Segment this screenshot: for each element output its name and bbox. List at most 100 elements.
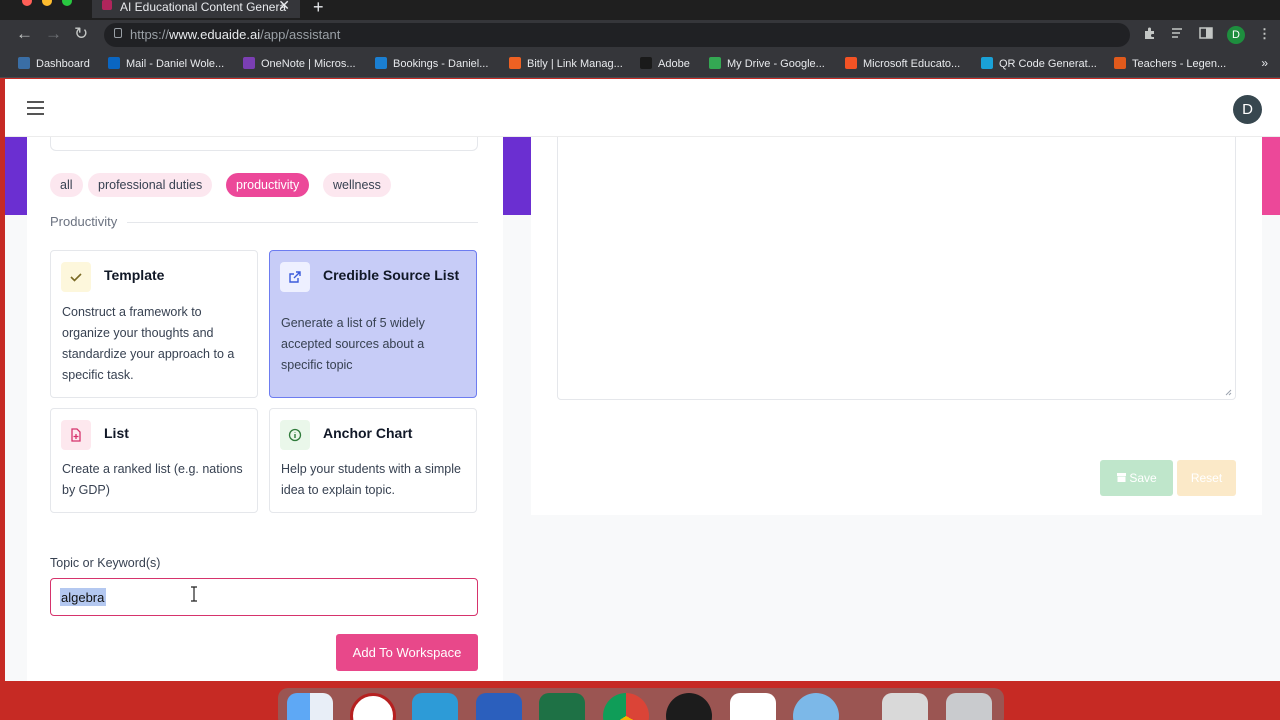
bookmark-label: Dashboard bbox=[36, 58, 90, 70]
window-zoom-dot[interactable] bbox=[62, 0, 72, 6]
more-bookmarks-icon[interactable]: » bbox=[1261, 56, 1268, 70]
app-header: D bbox=[5, 79, 1280, 137]
card-description: Help your students with a simple idea to… bbox=[281, 462, 461, 497]
tab-title: AI Educational Content Genera bbox=[120, 0, 287, 14]
bookmark-item[interactable]: QR Code Generat... bbox=[981, 57, 1097, 70]
check-icon bbox=[61, 262, 91, 292]
bookmark-favicon-icon bbox=[981, 57, 993, 69]
browser-tab-bar: AI Educational Content Genera ✕ + bbox=[0, 0, 1280, 20]
browser-tab-active[interactable]: AI Educational Content Genera ✕ bbox=[92, 0, 300, 18]
decorative-band-left bbox=[5, 137, 27, 215]
bookmark-label: Bookings - Daniel... bbox=[393, 58, 489, 70]
hamburger-menu-icon[interactable] bbox=[27, 101, 44, 115]
bookmark-favicon-icon bbox=[375, 57, 387, 69]
bookmark-label: Mail - Daniel Wole... bbox=[126, 58, 225, 70]
excel-icon[interactable] bbox=[539, 693, 585, 720]
save-label: Save bbox=[1129, 471, 1157, 485]
bookmark-label: Teachers - Legen... bbox=[1132, 58, 1227, 70]
app-viewport: D all professional duties productivity well… bbox=[5, 79, 1280, 681]
topic-label: Topic or Keyword(s) bbox=[50, 556, 161, 570]
card-list[interactable]: List Create a ranked list (e.g. nations … bbox=[50, 408, 258, 513]
url-domain: www.eduaide.ai bbox=[169, 27, 261, 42]
profile-avatar-icon[interactable]: D bbox=[1227, 26, 1245, 44]
bookmarks-bar: » Dashboard Mail - Daniel Wole... OneNote … bbox=[0, 50, 1280, 78]
browser-menu-icon[interactable]: ⋮ bbox=[1258, 26, 1272, 41]
filter-chip-wellness[interactable]: wellness bbox=[323, 173, 391, 197]
card-title: Credible Source List bbox=[323, 267, 460, 283]
add-to-workspace-button[interactable]: Add To Workspace bbox=[336, 634, 478, 671]
new-tab-icon[interactable]: + bbox=[313, 0, 324, 18]
workspace-panel: Save Reset bbox=[531, 127, 1262, 515]
side-panel-icon[interactable] bbox=[1199, 26, 1213, 40]
card-title: List bbox=[104, 425, 129, 441]
bookmark-favicon-icon bbox=[509, 57, 521, 69]
bookmark-favicon-icon bbox=[709, 57, 721, 69]
url-path: /app/assistant bbox=[260, 27, 341, 42]
cloud-app-icon[interactable] bbox=[412, 693, 458, 720]
window-minimize-dot[interactable] bbox=[42, 0, 52, 6]
filter-chip-productivity[interactable]: productivity bbox=[226, 173, 310, 197]
lock-icon bbox=[114, 28, 122, 38]
filter-chip-all[interactable]: all bbox=[50, 173, 83, 197]
decorative-band-middle bbox=[503, 137, 531, 215]
bookmark-favicon-icon bbox=[845, 57, 857, 69]
tab-favicon-icon bbox=[102, 0, 112, 10]
decorative-band-right bbox=[1262, 137, 1280, 215]
card-title: Anchor Chart bbox=[323, 425, 413, 441]
acrobat-icon[interactable] bbox=[730, 693, 776, 720]
external-link-icon bbox=[280, 262, 310, 292]
bookmark-item[interactable]: My Drive - Google... bbox=[709, 57, 825, 70]
save-button[interactable]: Save bbox=[1100, 460, 1173, 496]
card-description: Construct a framework to organize your t… bbox=[62, 305, 235, 382]
card-description: Create a ranked list (e.g. nations by GD… bbox=[62, 462, 243, 497]
address-bar[interactable]: https://www.eduaide.ai/app/assistant bbox=[104, 23, 1130, 47]
card-description: Generate a list of 5 widely accepted sou… bbox=[281, 316, 425, 372]
bookmark-item[interactable]: Adobe bbox=[640, 57, 690, 70]
user-avatar[interactable]: D bbox=[1233, 95, 1262, 124]
archive-icon bbox=[1117, 473, 1127, 482]
reset-button[interactable]: Reset bbox=[1177, 460, 1236, 496]
bookmark-item[interactable]: OneNote | Micros... bbox=[243, 57, 356, 70]
bookmark-label: Bitly | Link Manag... bbox=[527, 58, 623, 70]
card-title: Template bbox=[104, 267, 165, 283]
file-plus-icon bbox=[61, 420, 91, 450]
window-close-dot[interactable] bbox=[22, 0, 32, 6]
word-icon[interactable] bbox=[476, 693, 522, 720]
extensions-puzzle-icon[interactable] bbox=[1143, 26, 1157, 40]
bookmark-favicon-icon bbox=[18, 57, 30, 69]
bookmark-item[interactable]: Bitly | Link Manag... bbox=[509, 57, 623, 70]
bookmark-label: My Drive - Google... bbox=[727, 58, 825, 70]
section-divider bbox=[127, 222, 478, 223]
reload-icon[interactable]: ↻ bbox=[74, 24, 88, 44]
bookmark-item[interactable]: Teachers - Legen... bbox=[1114, 57, 1226, 70]
card-anchor-chart[interactable]: Anchor Chart Help your students with a s… bbox=[269, 408, 477, 513]
tab-close-icon[interactable]: ✕ bbox=[278, 0, 290, 14]
topic-input[interactable] bbox=[50, 578, 478, 616]
downloads-stack-icon[interactable] bbox=[882, 693, 928, 720]
filter-chip-professional-duties[interactable]: professional duties bbox=[88, 173, 213, 197]
bookmark-favicon-icon bbox=[640, 57, 652, 69]
bookmark-item[interactable]: Bookings - Daniel... bbox=[375, 57, 488, 70]
bookmark-favicon-icon bbox=[1114, 57, 1126, 69]
info-icon bbox=[280, 420, 310, 450]
bookmark-favicon-icon bbox=[243, 57, 255, 69]
resize-grip-icon[interactable] bbox=[1224, 388, 1232, 396]
bookmark-label: Adobe bbox=[658, 58, 690, 70]
bookmark-favicon-icon bbox=[108, 57, 120, 69]
bookmark-item[interactable]: Microsoft Educato... bbox=[845, 57, 960, 70]
card-credible-source-list[interactable]: Credible Source List Generate a list of … bbox=[269, 250, 477, 398]
tool-picker-panel: all professional duties productivity wellne… bbox=[27, 117, 503, 681]
url-prefix: https:// bbox=[130, 27, 170, 42]
card-template[interactable]: Template Construct a framework to organi… bbox=[50, 250, 258, 398]
browser-toolbar: ← → ↻ https://www.eduaide.ai/app/assista… bbox=[0, 20, 1280, 50]
bookmark-item[interactable]: Dashboard bbox=[18, 57, 90, 70]
trash-icon[interactable] bbox=[946, 693, 992, 720]
forward-arrow-icon[interactable]: → bbox=[45, 24, 62, 44]
finder-icon[interactable] bbox=[287, 693, 333, 720]
bookmark-item[interactable]: Mail - Daniel Wole... bbox=[108, 57, 224, 70]
reading-list-icon[interactable] bbox=[1171, 26, 1185, 40]
workspace-textarea[interactable] bbox=[557, 127, 1236, 400]
bookmark-label: QR Code Generat... bbox=[999, 58, 1097, 70]
text-cursor-icon bbox=[191, 586, 197, 602]
back-arrow-icon[interactable]: ← bbox=[16, 24, 33, 44]
